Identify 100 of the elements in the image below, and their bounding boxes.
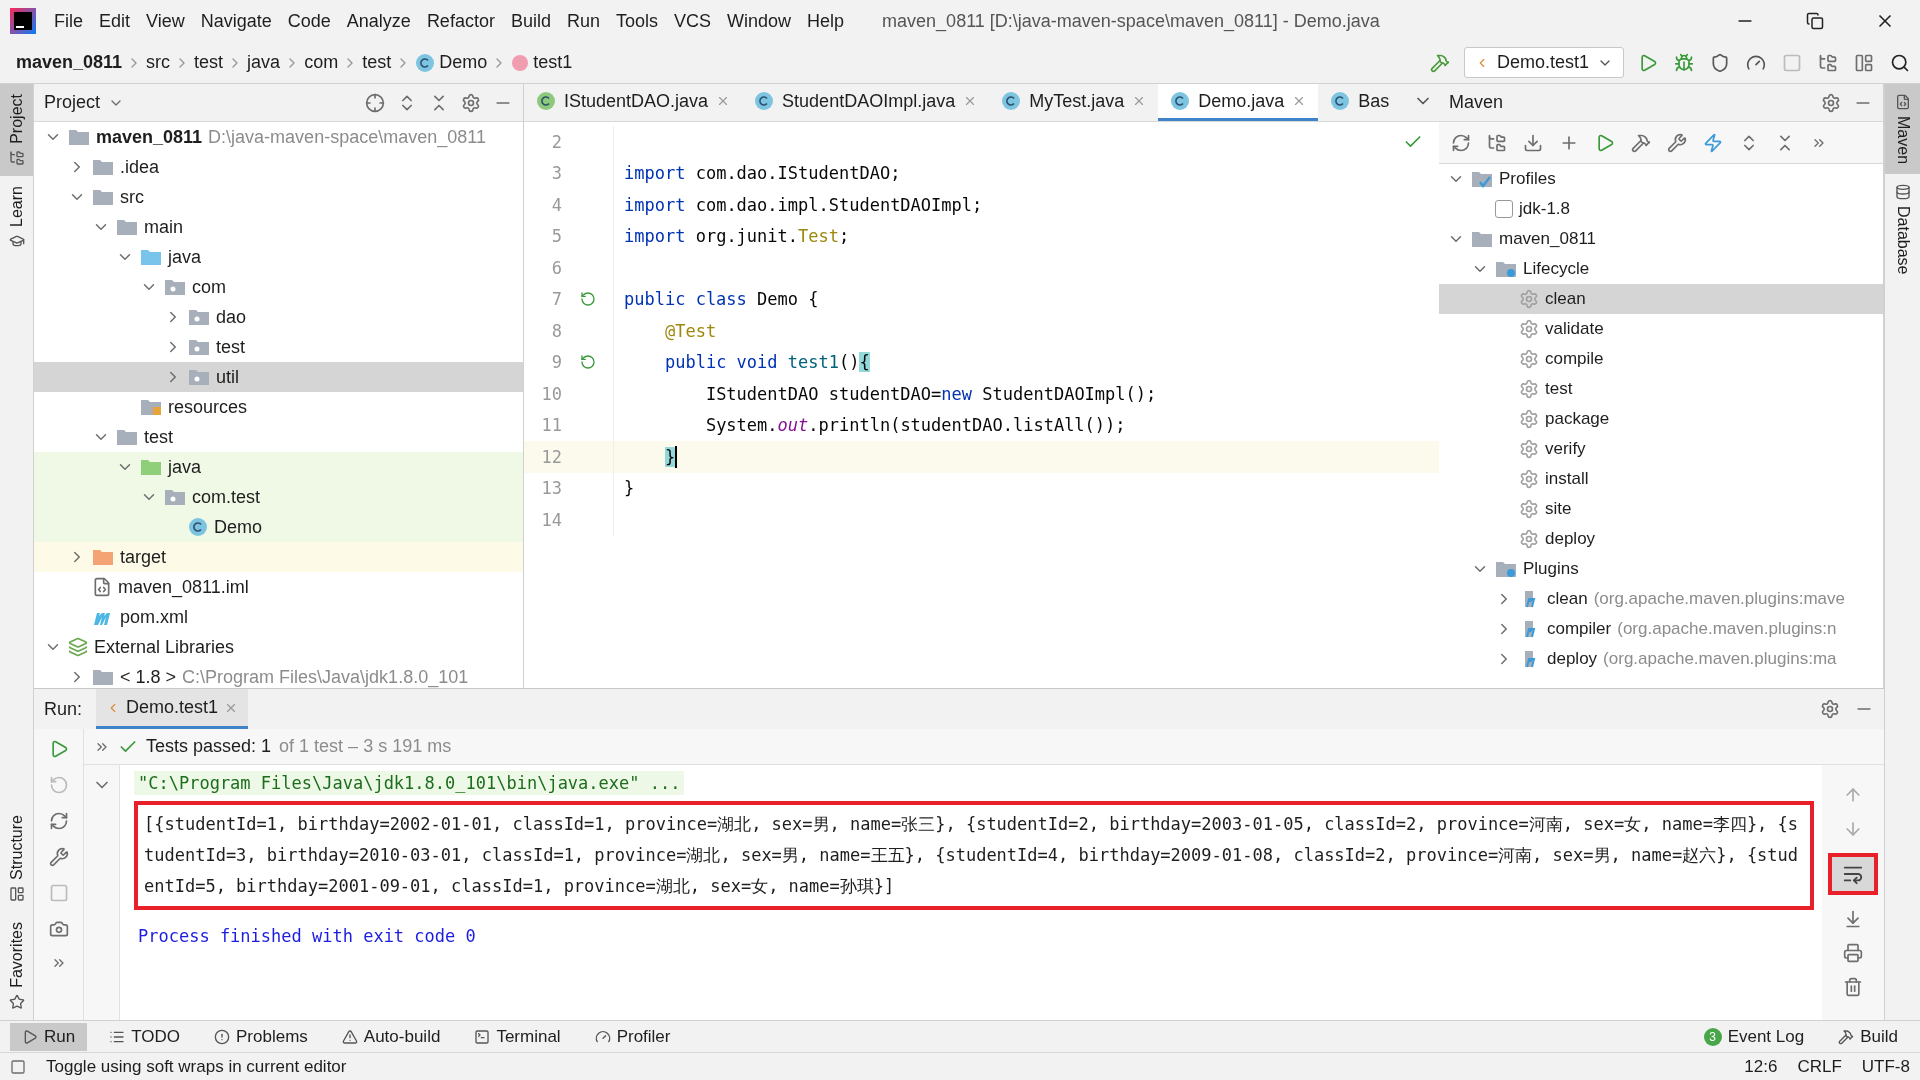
- settings-icon[interactable]: [1820, 699, 1840, 719]
- project-structure-icon[interactable]: [1818, 52, 1838, 73]
- hammer-icon[interactable]: [1429, 52, 1450, 73]
- tree-item[interactable]: deploy (org.apache.maven.plugins:ma: [1439, 644, 1883, 674]
- tree-item[interactable]: maven_0811: [1439, 224, 1883, 254]
- menu-item[interactable]: VCS: [666, 10, 719, 32]
- tool-window-tab[interactable]: Build: [1826, 1022, 1910, 1051]
- tree-item[interactable]: deploy: [1439, 524, 1883, 554]
- tree-item[interactable]: src: [34, 182, 523, 212]
- file-encoding[interactable]: UTF-8: [1861, 1056, 1910, 1077]
- print-icon[interactable]: [1843, 943, 1863, 963]
- tree-item[interactable]: compile: [1439, 344, 1883, 374]
- tree-item[interactable]: clean (org.apache.maven.plugins:mave: [1439, 584, 1883, 614]
- breadcrumb[interactable]: test: [362, 52, 392, 73]
- tree-item[interactable]: com: [34, 272, 523, 302]
- tree-item[interactable]: Demo: [34, 512, 523, 542]
- tool-window-tab[interactable]: Maven: [1885, 84, 1920, 175]
- reload-icon[interactable]: [1451, 132, 1471, 153]
- tool-window-tab[interactable]: Auto-build: [329, 1022, 453, 1051]
- restore-icon[interactable]: [1806, 12, 1824, 30]
- tree-item[interactable]: pom.xml: [34, 602, 523, 632]
- menu-item[interactable]: Edit: [91, 10, 139, 32]
- tree-item[interactable]: test: [34, 332, 523, 362]
- tree-item[interactable]: External Libraries: [34, 632, 523, 662]
- editor-tab[interactable]: Demo.java: [1158, 84, 1319, 121]
- menu-item[interactable]: View: [138, 10, 193, 32]
- tree-item[interactable]: com.test: [34, 482, 523, 512]
- run-gutter-icon[interactable]: [580, 354, 596, 371]
- tree-item[interactable]: jdk-1.8: [1439, 194, 1883, 224]
- tool-window-tab[interactable]: Profiler: [582, 1022, 683, 1051]
- shield-icon[interactable]: [1710, 52, 1730, 73]
- editor-tab[interactable]: MyTest.java: [989, 84, 1159, 121]
- settings-icon[interactable]: [461, 92, 481, 113]
- menu-item[interactable]: Refactor: [418, 10, 503, 32]
- tree-item[interactable]: Profiles: [1439, 164, 1883, 194]
- run-icon[interactable]: [1595, 132, 1615, 153]
- tree-item[interactable]: package: [1439, 404, 1883, 434]
- layout-icon[interactable]: [1854, 52, 1874, 73]
- tool-window-tab[interactable]: TODO: [97, 1022, 192, 1051]
- caret-position[interactable]: 12:6: [1744, 1056, 1778, 1077]
- tree-item[interactable]: clean: [1439, 284, 1883, 314]
- tree-item[interactable]: java: [34, 452, 523, 482]
- tool-window-tab[interactable]: Problems: [202, 1022, 320, 1051]
- soft-wrap-button[interactable]: [1828, 853, 1878, 895]
- breadcrumb[interactable]: test1: [511, 52, 573, 73]
- tree-item[interactable]: util: [34, 362, 523, 392]
- tree-item[interactable]: compiler (org.apache.maven.plugins:n: [1439, 614, 1883, 644]
- run-config-dropdown[interactable]: Demo.test1: [1463, 47, 1624, 78]
- tree-item[interactable]: resources: [34, 392, 523, 422]
- breadcrumb[interactable]: java: [247, 52, 281, 73]
- square-icon[interactable]: [10, 1058, 26, 1075]
- tree-item[interactable]: verify: [1439, 434, 1883, 464]
- menu-item[interactable]: File: [46, 10, 91, 32]
- tree-item[interactable]: maven_0811.iml: [34, 572, 523, 602]
- menu-item[interactable]: Code: [279, 10, 339, 32]
- tree-item[interactable]: java: [34, 242, 523, 272]
- menu-item[interactable]: Tools: [607, 10, 666, 32]
- tree-item[interactable]: site: [1439, 494, 1883, 524]
- menu-item[interactable]: Window: [719, 10, 800, 32]
- menu-item[interactable]: Run: [558, 10, 608, 32]
- tool-window-tab[interactable]: Terminal: [462, 1022, 573, 1051]
- tree-item[interactable]: test: [1439, 374, 1883, 404]
- breadcrumb[interactable]: maven_0811: [16, 52, 123, 73]
- tool-window-tab[interactable]: Database: [1885, 174, 1920, 285]
- tree-item[interactable]: < 1.8 > C:\Program Files\Java\jdk1.8.0_101: [34, 662, 523, 688]
- editor-tab[interactable]: Bas: [1318, 84, 1402, 121]
- tree-item[interactable]: main: [34, 212, 523, 242]
- tree-item[interactable]: Lifecycle: [1439, 254, 1883, 284]
- tool-window-tab[interactable]: Favorites: [0, 912, 33, 1020]
- breadcrumb[interactable]: com: [304, 52, 339, 73]
- folder-icon[interactable]: [1487, 132, 1507, 153]
- tree-item[interactable]: Plugins: [1439, 554, 1883, 584]
- breadcrumb[interactable]: Demo: [415, 52, 488, 73]
- trash-icon[interactable]: [1843, 977, 1863, 997]
- search-icon[interactable]: [1890, 52, 1910, 73]
- tool-window-tab[interactable]: Learn: [0, 175, 33, 259]
- menu-item[interactable]: Analyze: [338, 10, 419, 32]
- tree-item[interactable]: validate: [1439, 314, 1883, 344]
- scroll-to-end-icon[interactable]: [1843, 909, 1863, 929]
- tool-window-tab[interactable]: 3 Event Log: [1691, 1022, 1817, 1051]
- menu-item[interactable]: Build: [502, 10, 559, 32]
- menu-item[interactable]: Help: [799, 10, 853, 32]
- checkbox[interactable]: [1495, 200, 1513, 218]
- breadcrumb[interactable]: src: [146, 52, 171, 73]
- tree-item[interactable]: install: [1439, 464, 1883, 494]
- download-icon[interactable]: [1523, 132, 1543, 153]
- tree-item[interactable]: maven_0811 D:\java-maven-space\maven_0811: [34, 122, 523, 152]
- settings-icon[interactable]: [1821, 92, 1841, 113]
- run-icon[interactable]: [1638, 52, 1658, 73]
- wrench-icon[interactable]: [48, 847, 69, 867]
- configuration-tab[interactable]: Demo.test1: [96, 689, 249, 729]
- line-separator[interactable]: CRLF: [1797, 1056, 1842, 1077]
- editor-tab[interactable]: IStudentDAO.java: [524, 84, 743, 121]
- tool-window-tab[interactable]: Run: [10, 1022, 88, 1051]
- menu-item[interactable]: Navigate: [192, 10, 280, 32]
- locate-icon[interactable]: [365, 92, 385, 113]
- breadcrumb[interactable]: test: [194, 52, 224, 73]
- editor-tab[interactable]: StudentDAOImpl.java: [742, 84, 990, 121]
- tool-window-tab[interactable]: Structure: [0, 805, 33, 913]
- tree-item[interactable]: target: [34, 542, 523, 572]
